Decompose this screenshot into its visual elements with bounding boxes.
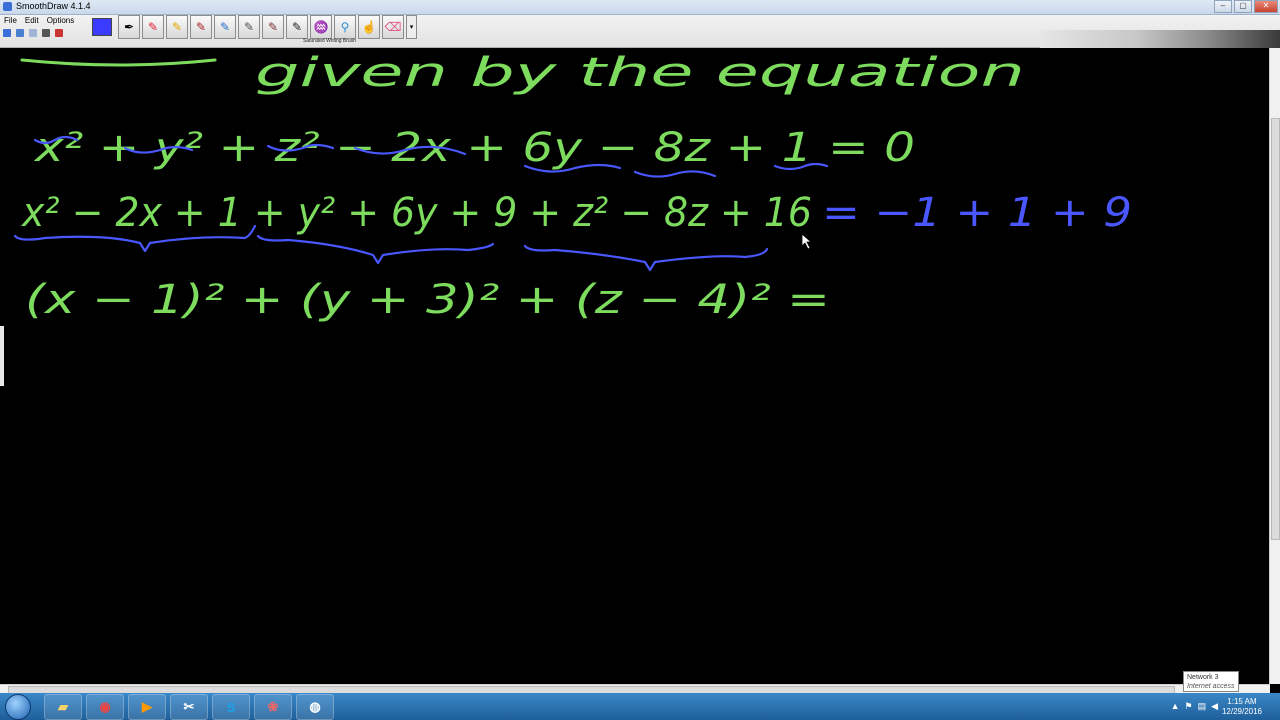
title-bar: SmoothDraw 4.1.4 – ▢ ✕ xyxy=(0,0,1280,15)
vertical-scrollbar[interactable] xyxy=(1269,48,1280,684)
network-tooltip: Network 3 Internet access xyxy=(1183,671,1239,692)
brush-toolbar: ✒ ✎ ✎ ✎ ✎ ✎ ✎ ✎ ♒ ⚲ ☝ ⌫ ▾ xyxy=(92,15,417,39)
app-icon xyxy=(3,2,12,11)
vertical-scroll-thumb[interactable] xyxy=(1271,118,1280,540)
network-name: Network 3 xyxy=(1187,674,1219,681)
clock-time: 1:15 AM xyxy=(1227,697,1257,706)
highlighter-tool-icon[interactable]: ✎ xyxy=(166,15,188,39)
canvas-edge-handle[interactable] xyxy=(0,326,4,386)
file-explorer-icon[interactable]: ▰ xyxy=(44,694,82,720)
delete-icon[interactable] xyxy=(55,29,63,37)
save-icon[interactable] xyxy=(3,29,11,37)
clear-icon[interactable] xyxy=(42,29,50,37)
primary-color-swatch[interactable] xyxy=(92,18,112,36)
water-tool-icon[interactable]: ♒ xyxy=(310,15,332,39)
close-button[interactable]: ✕ xyxy=(1254,0,1278,13)
redo-icon[interactable] xyxy=(29,29,37,37)
eraser-tool-icon[interactable]: ⌫ xyxy=(382,15,404,39)
mouse-cursor xyxy=(801,233,813,250)
line-1-text: given by the equation xyxy=(255,50,1025,96)
line-3-text: x² − 2x + 1 + y² + 6y + 9 + z² − 8z + 16 xyxy=(20,190,812,236)
line-4-text: (x − 1)² + (y + 3)² + (z − 4)² = xyxy=(25,277,830,323)
media-player-icon[interactable]: ▶ xyxy=(128,694,166,720)
smudge-tool-icon[interactable]: ☝ xyxy=(358,15,380,39)
paint-brush-tool-icon[interactable]: ✎ xyxy=(262,15,284,39)
minimize-button[interactable]: – xyxy=(1214,0,1232,13)
menu-edit[interactable]: Edit xyxy=(25,16,39,25)
quick-access-bar xyxy=(3,29,63,37)
writing-brush-tool-icon[interactable]: ✎ xyxy=(286,15,308,39)
handwriting-layer: given by the equation x² + y² + z² − 2x … xyxy=(13,50,1132,323)
window-controls: – ▢ ✕ xyxy=(1214,0,1278,13)
window-title: SmoothDraw 4.1.4 xyxy=(16,1,91,11)
taskbar-apps: ▰ ◉ ▶ ✂ S ❀ ◍ xyxy=(44,694,334,720)
obs-icon[interactable]: ◍ xyxy=(296,694,334,720)
chrome-icon[interactable]: ◉ xyxy=(86,694,124,720)
pen-tool-icon[interactable]: ✒ xyxy=(118,15,140,39)
drawing-canvas[interactable]: given by the equation x² + y² + z² − 2x … xyxy=(0,48,1270,684)
tool-caption: Saturated Writing Brush xyxy=(303,38,356,44)
network-status: Internet access xyxy=(1187,683,1235,690)
skype-icon[interactable]: S xyxy=(212,694,250,720)
menu-bar: File Edit Options xyxy=(4,16,74,25)
system-tray: ▲ ⚑ ▤ ◀ xyxy=(1171,701,1218,712)
line-3-result: = −1 + 1 + 9 xyxy=(822,190,1132,236)
undo-icon[interactable] xyxy=(16,29,24,37)
flag-icon[interactable]: ⚑ xyxy=(1184,701,1192,712)
show-hidden-icons-icon[interactable]: ▲ xyxy=(1171,701,1180,712)
maximize-button[interactable]: ▢ xyxy=(1234,0,1252,13)
start-button[interactable] xyxy=(5,694,31,720)
network-icon[interactable]: ▤ xyxy=(1198,701,1207,712)
chevron-down-icon[interactable]: ▾ xyxy=(406,15,417,39)
marker-tool-icon[interactable]: ✎ xyxy=(142,15,164,39)
taskbar: ▰ ◉ ▶ ✂ S ❀ ◍ ▲ ⚑ ▤ ◀ 1:15 AM 12/29/2016 xyxy=(0,693,1280,720)
smoothdraw-icon[interactable]: ❀ xyxy=(254,694,292,720)
brush-tool-icon[interactable]: ✎ xyxy=(190,15,212,39)
clock[interactable]: 1:15 AM 12/29/2016 xyxy=(1222,697,1262,717)
clock-date: 12/29/2016 xyxy=(1221,707,1262,716)
dropper-tool-icon[interactable]: ⚲ xyxy=(334,15,356,39)
volume-icon[interactable]: ◀ xyxy=(1211,701,1218,712)
snipping-tool-icon[interactable]: ✂ xyxy=(170,694,208,720)
menu-file[interactable]: File xyxy=(4,16,17,25)
menu-options[interactable]: Options xyxy=(47,16,75,25)
pencil-tool-icon[interactable]: ✎ xyxy=(214,15,236,39)
stroke-remnant xyxy=(20,58,217,67)
airbrush-tool-icon[interactable]: ✎ xyxy=(238,15,260,39)
